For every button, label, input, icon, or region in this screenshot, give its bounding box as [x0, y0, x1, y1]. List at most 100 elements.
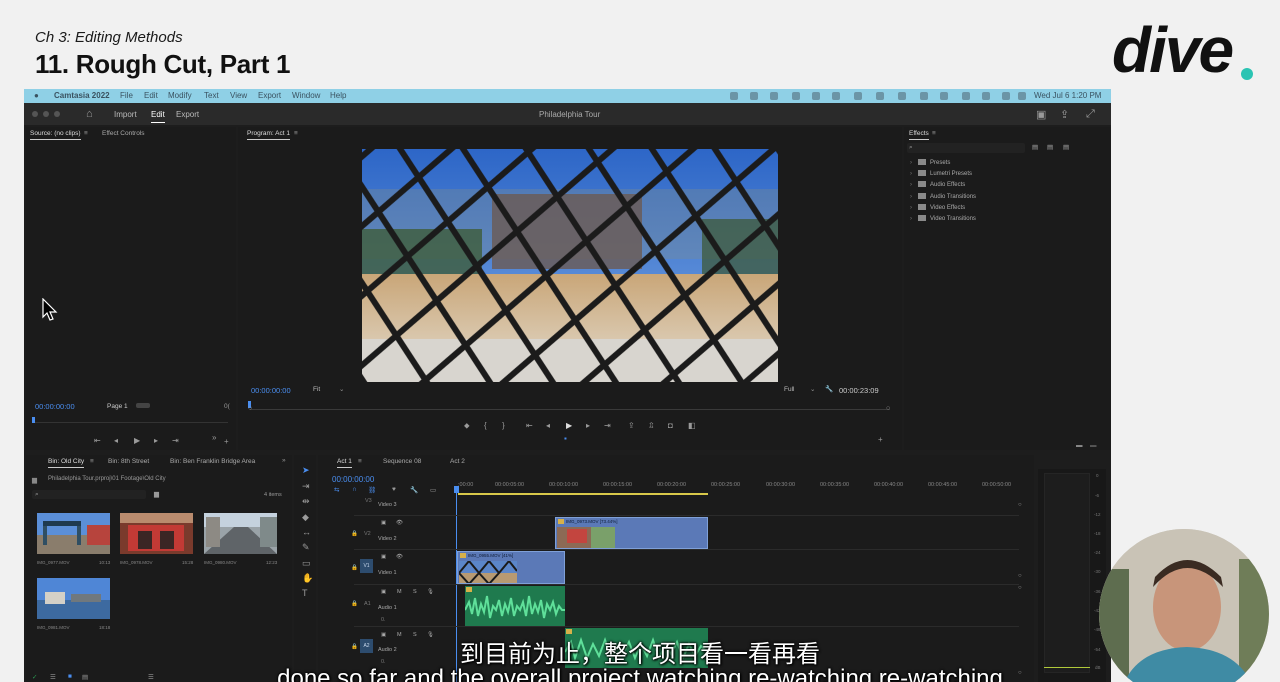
add-marker-icon[interactable]: ♥ [392, 486, 396, 493]
effects-folder-presets[interactable]: › Presets [910, 159, 950, 166]
mark-in-icon[interactable]: { [484, 421, 487, 430]
panel-menu-icon[interactable]: ≡ [84, 130, 88, 137]
menu-edit[interactable]: Edit [144, 91, 158, 100]
microphone-icon[interactable]: 🎙 [427, 589, 434, 595]
control-center-icon[interactable] [1002, 92, 1010, 100]
scrub-start-handle[interactable]: ○ [248, 405, 252, 412]
lift-icon[interactable]: ⇪ [628, 421, 635, 430]
chevron-down-icon[interactable]: ⌄ [810, 385, 815, 393]
tab-bin-ben-franklin[interactable]: Bin: Ben Franklin Bridge Area [170, 458, 255, 465]
vertical-scroll-handle[interactable]: ○ [1018, 502, 1022, 508]
status-icon[interactable] [770, 92, 778, 100]
bluetooth-icon[interactable] [812, 92, 820, 100]
app-menu[interactable]: Camtasia 2022 [54, 91, 110, 100]
search-icon[interactable] [982, 92, 990, 100]
accelerated-effects-icon[interactable]: ▤ [1032, 143, 1038, 151]
wifi-icon[interactable] [940, 92, 948, 100]
track-select-tool-icon[interactable]: ⇥ [302, 481, 310, 492]
effects-folder-audio-effects[interactable]: › Audio Effects [910, 181, 965, 188]
vertical-scroll-handle[interactable]: ○ [1018, 573, 1022, 579]
32bit-effects-icon[interactable]: ▤ [1047, 143, 1053, 151]
tab-program[interactable]: Program: Act 1 [247, 130, 290, 140]
chevron-right-icon[interactable]: › [910, 160, 916, 166]
window-minimize-button[interactable] [43, 111, 49, 117]
menu-help[interactable]: Help [330, 91, 346, 100]
step-forward-icon[interactable]: ▸ [586, 421, 590, 430]
chevron-down-icon[interactable]: ⌄ [339, 385, 344, 393]
play-icon[interactable]: ▶ [566, 421, 572, 430]
more-controls-icon[interactable]: » [212, 433, 216, 442]
home-icon[interactable]: ⌂ [86, 108, 93, 120]
captions-icon[interactable]: ▭ [430, 486, 436, 494]
program-video-frame[interactable] [362, 149, 778, 382]
menu-window[interactable]: Window [292, 91, 320, 100]
status-icon[interactable] [854, 92, 862, 100]
extract-icon[interactable]: ⇫ [648, 421, 655, 430]
wrench-icon[interactable]: 🔧 [410, 486, 418, 494]
vertical-scroll-handle[interactable]: ○ [1018, 585, 1022, 591]
panel-menu-icon[interactable]: ≡ [294, 130, 298, 137]
zoom-slider[interactable] [136, 403, 150, 408]
status-icon[interactable] [792, 92, 800, 100]
source-timecode[interactable]: 00:00:00:00 [35, 402, 75, 411]
program-timecode[interactable]: 00:00:00:00 [251, 386, 291, 395]
effects-folder-lumetri[interactable]: › Lumetri Presets [910, 170, 972, 177]
add-button-icon[interactable]: + [878, 435, 883, 444]
tab-source[interactable]: Source: (no clips) [30, 130, 81, 140]
tab-sequence-act2[interactable]: Act 2 [450, 458, 465, 465]
effects-search-input[interactable]: ⌕ [907, 143, 1025, 153]
nest-toggle-icon[interactable]: ⇆ [334, 486, 339, 494]
workspace-export[interactable]: Export [176, 110, 199, 119]
track-volume[interactable]: 0. [381, 617, 386, 623]
status-icon[interactable] [832, 92, 840, 100]
share-icon[interactable]: ⇪ [1060, 108, 1069, 121]
slip-tool-icon[interactable]: ↔ [302, 527, 311, 537]
source-playhead[interactable] [32, 417, 35, 423]
new-bin-icon[interactable]: ▆ [154, 490, 159, 498]
lock-icon[interactable]: 🔒 [351, 565, 358, 571]
effects-folder-video-transitions[interactable]: › Video Transitions [910, 215, 976, 222]
compare-icon[interactable]: ◧ [688, 421, 696, 430]
go-to-in-icon[interactable]: ⇤ [526, 421, 533, 430]
panel-menu-icon[interactable]: ≡ [932, 130, 936, 137]
menu-modify[interactable]: Modify [168, 91, 192, 100]
wrench-icon[interactable]: 🔧 [825, 385, 833, 393]
work-area-bar[interactable] [458, 493, 708, 495]
button-editor-icon[interactable]: ▪ [564, 434, 567, 443]
eye-icon[interactable]: 👁 [396, 520, 403, 526]
linked-selection-icon[interactable]: ⛓ [368, 486, 376, 494]
chevron-right-icon[interactable]: › [910, 205, 916, 211]
clip-thumbnail[interactable] [120, 513, 193, 554]
menu-view[interactable]: View [230, 91, 247, 100]
chevron-right-icon[interactable]: › [910, 182, 916, 188]
play-icon[interactable]: ▶ [134, 436, 140, 445]
menu-file[interactable]: File [120, 91, 133, 100]
solo-button[interactable]: S [413, 589, 417, 595]
tab-bin-8th-street[interactable]: Bin: 8th Street [108, 458, 149, 465]
go-to-out-icon[interactable]: ⇥ [172, 436, 179, 445]
go-to-out-icon[interactable]: ⇥ [604, 421, 611, 430]
clip-thumbnail[interactable] [204, 513, 277, 554]
tab-sequence-08[interactable]: Sequence 08 [383, 458, 421, 465]
delete-icon[interactable]: ▬ [1090, 442, 1097, 449]
scrub-end-handle[interactable]: ○ [886, 405, 890, 412]
hand-tool-icon[interactable]: ✋ [302, 573, 313, 584]
step-forward-icon[interactable]: ▸ [154, 436, 158, 445]
camera-icon[interactable]: ◘ [668, 421, 673, 430]
program-scrub-bar[interactable] [250, 409, 890, 410]
fullscreen-icon[interactable]: ⤢ [1086, 108, 1095, 121]
cloud-icon[interactable] [898, 92, 906, 100]
tab-bin-old-city[interactable]: Bin: Old City [48, 458, 85, 468]
step-back-icon[interactable]: ◂ [114, 436, 118, 445]
tab-sequence-act1[interactable]: Act 1 [337, 458, 352, 468]
chevron-right-icon[interactable]: › [910, 171, 916, 177]
pen-tool-icon[interactable]: ✎ [302, 542, 310, 553]
apple-icon[interactable]: ● [34, 91, 39, 100]
panel-menu-icon[interactable]: ≡ [358, 458, 362, 465]
status-icon[interactable] [750, 92, 758, 100]
timeline-timecode[interactable]: 00:00:00:00 [332, 475, 374, 484]
new-bin-icon[interactable]: ▬ [1076, 442, 1083, 449]
clip-thumbnail[interactable] [37, 578, 110, 619]
window-close-button[interactable] [32, 111, 38, 117]
ripple-edit-tool-icon[interactable]: ⇹ [302, 496, 310, 507]
